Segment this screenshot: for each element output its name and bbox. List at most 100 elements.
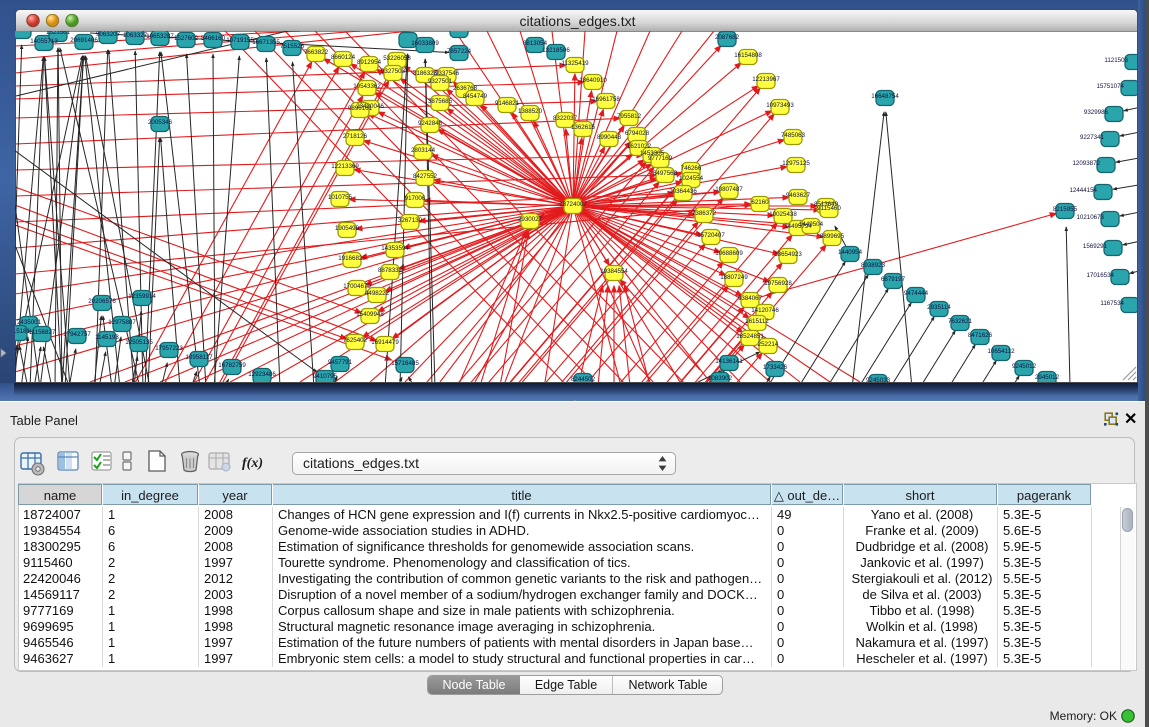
svg-text:1063327: 1063327 [123,32,148,39]
svg-text:10543362: 10543362 [353,83,381,90]
svg-text:9327501: 9327501 [428,78,453,85]
svg-text:9384067: 9384067 [738,295,763,302]
svg-text:15409948: 15409948 [356,311,384,318]
svg-text:8899695: 8899695 [820,233,845,240]
svg-text:12505135: 12505135 [125,339,153,346]
svg-text:8322037: 8322037 [553,115,578,122]
svg-text:2435001: 2435001 [17,319,42,326]
svg-text:10025438: 10025438 [769,211,797,218]
svg-text:18724007: 18724007 [559,201,587,208]
svg-text:7663822: 7663822 [304,49,329,56]
svg-text:2636768: 2636768 [453,85,478,92]
svg-text:16914479: 16914479 [371,339,399,346]
svg-text:8215955: 8215955 [1053,206,1078,213]
svg-text:9063207: 9063207 [96,31,121,38]
svg-text:12359914: 12359914 [128,293,156,300]
svg-text:8813054: 8813054 [523,40,548,47]
svg-text:9245033: 9245033 [866,377,891,382]
svg-text:12093872: 12093872 [1072,160,1100,167]
svg-text:19756928: 19756928 [764,280,792,287]
svg-text:12213369: 12213369 [331,163,359,170]
svg-text:16961758: 16961758 [592,96,620,103]
svg-text:1121503: 1121503 [1104,57,1128,64]
svg-text:3875685: 3875685 [428,98,453,105]
svg-text:9337546: 9337546 [435,70,460,77]
svg-text:10719155: 10719155 [226,37,254,44]
svg-text:1569291: 1569291 [1083,243,1108,250]
svg-text:16671355: 16671355 [252,39,280,46]
svg-text:13654923: 13654923 [774,251,802,258]
svg-text:16154808: 16154808 [734,52,762,59]
svg-text:62160: 62160 [751,199,769,206]
svg-text:6879197: 6879197 [881,276,906,283]
svg-text:17942757: 17942757 [63,331,91,338]
svg-text:14055713: 14055713 [30,38,58,45]
svg-text:17016534: 17016534 [1086,272,1114,279]
svg-text:1733426: 1733426 [763,364,788,371]
svg-text:8660124: 8660124 [331,54,356,61]
svg-text:18524851: 18524851 [736,333,764,340]
svg-text:2803144: 2803144 [411,147,436,154]
svg-text:3267130: 3267130 [398,217,423,224]
svg-text:10688609: 10688609 [715,250,743,257]
svg-text:9115460: 9115460 [817,205,841,212]
svg-text:10807487: 10807487 [715,186,743,193]
svg-text:9777169: 9777169 [648,155,673,162]
svg-text:9457791: 9457791 [328,359,353,366]
svg-text:1362615: 1362615 [571,124,596,131]
svg-text:4498222: 4498222 [365,290,390,297]
svg-text:18807249: 18807249 [720,274,748,281]
svg-text:2005346: 2005346 [148,119,173,126]
svg-text:8878332: 8878332 [378,267,403,274]
svg-text:2087682: 2087682 [715,34,740,41]
svg-text:12444154: 12444154 [1069,187,1097,194]
svg-text:11325419: 11325419 [561,60,589,67]
svg-text:7857224: 7857224 [447,48,472,55]
svg-text:7485063: 7485063 [781,132,806,139]
svg-text:10210673: 10210673 [1076,214,1104,221]
svg-text:9896161: 9896161 [348,105,373,112]
svg-text:746266: 746266 [681,165,702,172]
svg-text:15751074: 15751074 [1096,83,1124,90]
svg-text:20691406: 20691406 [70,37,98,44]
svg-text:18640910: 18640910 [579,77,607,84]
svg-text:6794028: 6794028 [625,130,650,137]
svg-text:8466160: 8466160 [201,35,226,42]
svg-text:1806394: 1806394 [15,31,35,33]
svg-text:2718126: 2718126 [343,133,368,140]
svg-text:14353594: 14353594 [381,245,409,252]
svg-text:1449504: 1449504 [799,221,824,228]
svg-text:14120746: 14120746 [751,307,779,314]
svg-text:16782759: 16782759 [218,362,246,369]
svg-text:12975125: 12975125 [782,160,810,167]
svg-text:2945012: 2945012 [1035,374,1060,381]
svg-text:9329986: 9329986 [1084,109,1109,116]
svg-text:7632621: 7632621 [948,318,973,325]
svg-text:2930027: 2930027 [518,216,543,223]
svg-text:20364436: 20364436 [669,188,697,195]
svg-text:9245012: 9245012 [1012,363,1037,370]
svg-text:1523561: 1523561 [46,31,71,36]
svg-text:8454749: 8454749 [463,93,488,100]
svg-text:9410795: 9410795 [313,373,338,380]
svg-text:8427552: 8427552 [413,173,438,180]
svg-text:15720407: 15720407 [697,232,725,239]
svg-text:f(x): f(x) [242,456,263,471]
svg-text:10973493: 10973493 [766,102,794,109]
svg-text:14136141: 14136141 [715,358,743,365]
svg-text:1905498: 1905498 [335,225,360,232]
svg-text:7625402: 7625402 [343,337,368,344]
svg-text:8938923: 8938923 [861,262,886,269]
svg-text:9474444: 9474444 [904,290,929,297]
svg-text:16033809: 16033809 [411,40,439,47]
svg-text:8912954: 8912954 [357,59,382,66]
svg-text:9242848: 9242848 [418,120,443,127]
svg-text:1024554: 1024554 [679,175,704,182]
svg-text:15716485: 15716485 [391,360,419,367]
svg-text:1615112: 1615112 [745,318,769,325]
svg-text:10653287: 10653287 [146,33,174,40]
svg-text:2935114: 2935114 [927,304,951,311]
svg-text:1527602: 1527602 [174,35,199,42]
svg-text:12923486: 12923486 [248,371,276,378]
svg-text:7955812: 7955812 [617,113,642,120]
